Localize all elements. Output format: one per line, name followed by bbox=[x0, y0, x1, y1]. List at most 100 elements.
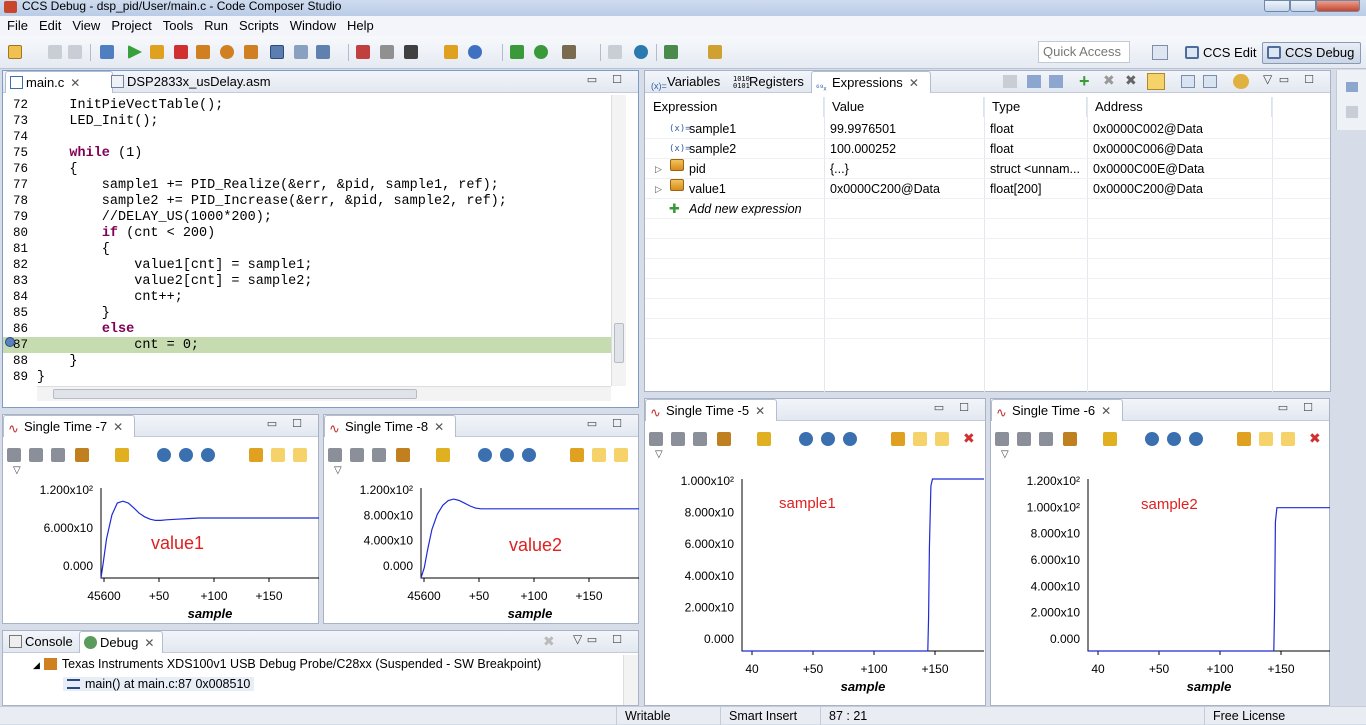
code-line[interactable]: 86 else bbox=[3, 321, 611, 337]
remove-terminated-icon[interactable]: ✖ bbox=[543, 633, 555, 650]
code-line[interactable]: 88 } bbox=[3, 353, 611, 369]
close-icon[interactable]: ✕ bbox=[70, 76, 80, 90]
code-line[interactable]: 85 } bbox=[3, 305, 611, 321]
target-icon[interactable] bbox=[468, 45, 482, 59]
expand-icon[interactable]: ▷ bbox=[655, 159, 662, 179]
reset-icon[interactable] bbox=[316, 45, 330, 59]
refresh-icon[interactable] bbox=[534, 45, 548, 59]
code-line[interactable]: 87 cnt = 0; bbox=[3, 337, 611, 353]
run-icon[interactable] bbox=[444, 45, 458, 59]
layout-icon[interactable] bbox=[1027, 75, 1041, 88]
column-header-address[interactable]: Address bbox=[1087, 97, 1272, 117]
debug-view-icon[interactable] bbox=[100, 45, 114, 59]
resume-icon[interactable] bbox=[128, 45, 142, 59]
maximize-button[interactable] bbox=[1290, 0, 1316, 12]
menu-window[interactable]: Window bbox=[283, 16, 340, 36]
vertical-scrollbar[interactable] bbox=[611, 95, 626, 386]
expression-row[interactable]: pid {...} struct <unnam... 0x0000C00E@Data ▷ bbox=[645, 159, 1330, 179]
code-line[interactable]: 72 InitPieVectTable(); bbox=[3, 97, 611, 113]
expand-icon[interactable]: ▷ bbox=[655, 179, 662, 199]
expressions-minmax[interactable]: ▭ ☐ bbox=[1279, 73, 1320, 86]
column-header-type[interactable]: Type bbox=[984, 97, 1087, 117]
expression-row[interactable]: sample1 99.9976501 float 0x0000C002@Data (x)… bbox=[645, 119, 1330, 139]
connect-icon[interactable] bbox=[510, 45, 524, 59]
menu-help[interactable]: Help bbox=[340, 16, 378, 36]
menu-view[interactable]: View bbox=[65, 16, 104, 36]
code-line[interactable]: 76 { bbox=[3, 161, 611, 177]
new-view-icon[interactable] bbox=[1181, 75, 1195, 88]
stack-frame-item[interactable]: main() at main.c:87 0x008510 bbox=[63, 677, 255, 691]
perspective-ccs-edit[interactable]: CCS Edit bbox=[1180, 42, 1263, 64]
view-menu-icon[interactable]: ▽ bbox=[573, 632, 582, 646]
collapse-all-icon[interactable] bbox=[1003, 75, 1017, 88]
tab-dsp2833x-usdelay[interactable]: DSP2833x_usDelay.asm bbox=[107, 71, 297, 93]
step-into-icon[interactable] bbox=[196, 45, 210, 59]
menu-project[interactable]: Project bbox=[104, 16, 155, 36]
remove-icon[interactable]: ✖ bbox=[1103, 72, 1115, 89]
menu-file[interactable]: File bbox=[0, 16, 32, 36]
console-scrollbar[interactable] bbox=[623, 655, 638, 705]
perspective-ccs-debug[interactable]: CCS Debug bbox=[1262, 42, 1362, 64]
code-line[interactable]: 80 if (cnt < 200) bbox=[3, 225, 611, 241]
open-perspective-icon[interactable] bbox=[1152, 45, 1168, 60]
instruction-step-icon[interactable] bbox=[270, 45, 284, 59]
save-icon[interactable] bbox=[48, 45, 62, 59]
tab-registers[interactable]: 1010 0101 Registers bbox=[729, 71, 809, 93]
restore-icon[interactable] bbox=[1346, 82, 1358, 92]
suspend-icon[interactable] bbox=[150, 45, 164, 59]
debug-target-item[interactable]: ◢ Texas Instruments XDS100v1 USB Debug Pr… bbox=[33, 657, 541, 671]
search-icon[interactable] bbox=[634, 45, 648, 59]
expression-row[interactable]: value1 0x0000C200@Data float[200] 0x0000C20… bbox=[645, 179, 1330, 199]
code-area[interactable]: 72 InitPieVectTable(); 73 LED_Init(); 74 75… bbox=[3, 95, 611, 385]
tab-variables[interactable]: (x)= Variables bbox=[647, 71, 729, 93]
console-minmax[interactable]: ▭ ☐ bbox=[587, 633, 628, 646]
menu-scripts[interactable]: Scripts bbox=[232, 16, 283, 36]
close-icon[interactable]: ✕ bbox=[144, 636, 154, 650]
close-window-button[interactable] bbox=[1316, 0, 1360, 12]
breakpoint-icon[interactable] bbox=[356, 45, 370, 59]
terminate-icon[interactable] bbox=[174, 45, 188, 59]
tab-debug[interactable]: Debug ✕ bbox=[79, 631, 163, 653]
export-icon[interactable] bbox=[1203, 75, 1217, 88]
load-program-icon[interactable] bbox=[404, 45, 418, 59]
menu-edit[interactable]: Edit bbox=[32, 16, 65, 36]
settings-icon[interactable] bbox=[664, 45, 678, 59]
code-line[interactable]: 89} bbox=[3, 369, 611, 385]
editor-minmax[interactable]: ▭ ☐ bbox=[587, 73, 628, 86]
columns-icon[interactable] bbox=[1049, 75, 1063, 88]
save-all-icon[interactable] bbox=[68, 45, 82, 59]
horizontal-scrollbar[interactable] bbox=[37, 386, 611, 401]
outline-icon[interactable] bbox=[1346, 106, 1358, 118]
refresh-icon[interactable] bbox=[1233, 74, 1249, 89]
code-line[interactable]: 74 bbox=[3, 129, 611, 145]
add-icon[interactable]: + bbox=[1079, 71, 1090, 92]
code-line[interactable]: 75 while (1) bbox=[3, 145, 611, 161]
menu-tools[interactable]: Tools bbox=[156, 16, 197, 36]
code-line[interactable]: 84 cnt++; bbox=[3, 289, 611, 305]
menu-run[interactable]: Run bbox=[197, 16, 232, 36]
column-header-value[interactable]: Value bbox=[824, 97, 984, 117]
step-over-icon[interactable] bbox=[220, 45, 234, 59]
code-line[interactable]: 73 LED_Init(); bbox=[3, 113, 611, 129]
tab-expressions[interactable]: ⁶⁹ₓ Expressions ✕ bbox=[811, 71, 931, 93]
quick-access-input[interactable]: Quick Access bbox=[1038, 41, 1130, 63]
expression-row[interactable]: sample2 100.000252 float 0x0000C006@Data (x)… bbox=[645, 139, 1330, 159]
restart-icon[interactable] bbox=[294, 45, 308, 59]
build-icon[interactable] bbox=[562, 45, 576, 59]
continuous-refresh-icon[interactable] bbox=[1147, 73, 1165, 90]
remove-all-icon[interactable]: ✖ bbox=[1125, 72, 1137, 89]
step-return-icon[interactable] bbox=[244, 45, 258, 59]
code-line[interactable]: 78 sample2 += PID_Increase(&err, &pid, s… bbox=[3, 193, 611, 209]
add-new-expression[interactable]: ✚ Add new expression bbox=[645, 199, 1330, 219]
minimize-button[interactable] bbox=[1264, 0, 1290, 12]
view-menu-icon[interactable]: ▽ bbox=[1263, 72, 1272, 86]
breakpoint-marker-icon[interactable] bbox=[5, 337, 15, 347]
skip-icon[interactable] bbox=[380, 45, 394, 59]
code-line[interactable]: 81 { bbox=[3, 241, 611, 257]
tab-main-c[interactable]: main.c ✕ bbox=[5, 71, 113, 93]
code-line[interactable]: 77 sample1 += PID_Realize(&err, &pid, sa… bbox=[3, 177, 611, 193]
close-icon[interactable]: ✕ bbox=[909, 76, 919, 90]
new-icon[interactable] bbox=[8, 45, 22, 59]
code-line[interactable]: 79 //DELAY_US(1000*200); bbox=[3, 209, 611, 225]
tab-console[interactable]: Console bbox=[5, 631, 79, 653]
